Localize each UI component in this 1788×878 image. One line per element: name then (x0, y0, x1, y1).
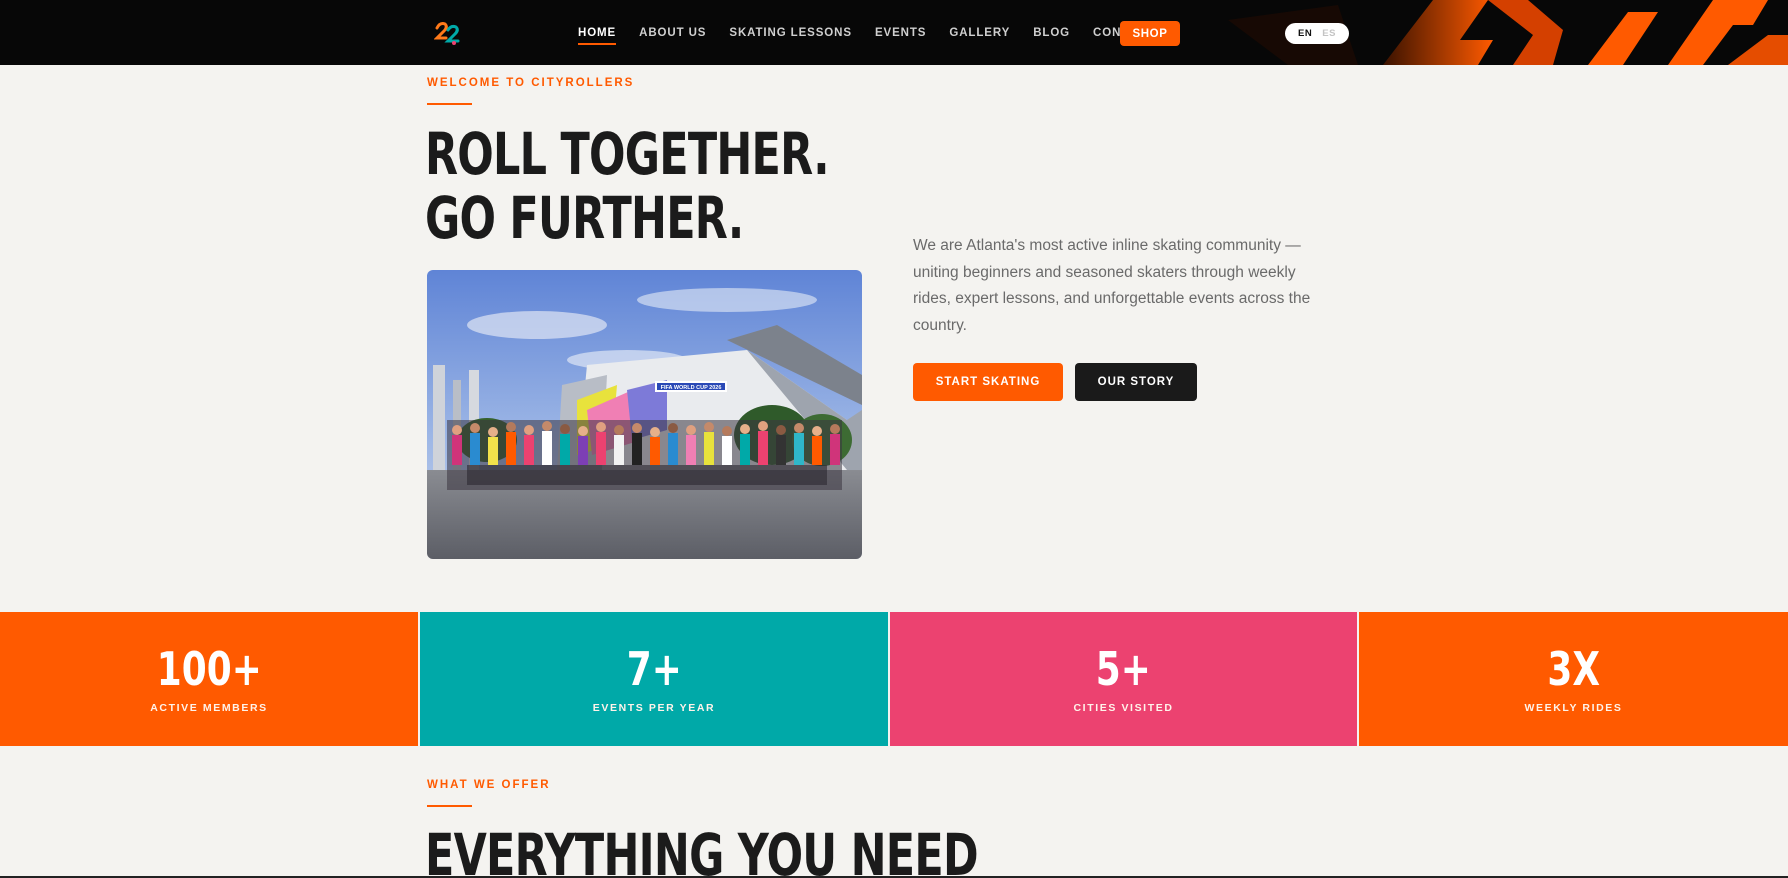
hero-title: ROLL TOGETHER. GO FURTHER. (425, 120, 830, 252)
top-navigation-bar: HOME ABOUT US SKATING LESSONS EVENTS GAL… (0, 0, 1788, 65)
hero-title-line-2: GO FURTHER. (425, 184, 744, 252)
offer-eyebrow: WHAT WE OFFER (427, 779, 551, 791)
main-menu: HOME ABOUT US SKATING LESSONS EVENTS GAL… (578, 0, 1178, 65)
stat-events-per-year: 7+ EVENTS PER YEAR (418, 612, 888, 746)
stadium-banner-text: FIFA WORLD CUP 2026 (661, 385, 722, 391)
start-skating-button[interactable]: START SKATING (913, 363, 1063, 401)
offer-section-title: EVERYTHING YOU NEED (425, 821, 979, 878)
shop-button[interactable]: SHOP (1120, 21, 1180, 46)
group-photo-illustration: FIFA WORLD CUP 2026 (427, 270, 862, 559)
language-option-es[interactable]: ES (1322, 28, 1336, 39)
language-option-en[interactable]: EN (1298, 28, 1312, 39)
stat-active-members: 100+ ACTIVE MEMBERS (0, 612, 418, 746)
hero-eyebrow: WELCOME TO CITYROLLERS (427, 77, 635, 89)
nav-item-gallery[interactable]: GALLERY (949, 27, 1010, 39)
nav-item-blog[interactable]: BLOG (1033, 27, 1070, 39)
stat-label: WEEKLY RIDES (1524, 702, 1623, 714)
nav-item-home[interactable]: HOME (578, 27, 617, 45)
hero-description: We are Atlanta's most active inline skat… (913, 237, 1311, 334)
hero-eyebrow-underline (427, 103, 472, 105)
nav-item-skating-lessons[interactable]: SKATING LESSONS (729, 27, 852, 39)
stat-cities-visited: 5+ CITIES VISITED (888, 612, 1357, 746)
stat-weekly-rides: 3X WEEKLY RIDES (1357, 612, 1788, 746)
stat-value: 3X (1547, 642, 1600, 696)
stat-value: 100+ (156, 642, 262, 696)
our-story-button[interactable]: OUR STORY (1075, 363, 1197, 401)
cityrollers-logo-icon[interactable] (434, 20, 464, 46)
hero-title-line-1: ROLL TOGETHER. (425, 120, 830, 188)
decorative-stripes-graphic (1228, 0, 1788, 65)
offer-eyebrow-underline (427, 805, 472, 807)
stats-band: 100+ ACTIVE MEMBERS 7+ EVENTS PER YEAR 5… (0, 612, 1788, 746)
stat-label: ACTIVE MEMBERS (150, 702, 268, 714)
stat-label: EVENTS PER YEAR (592, 702, 716, 714)
language-switcher: EN ES (1285, 23, 1349, 44)
hero-group-photo: FIFA WORLD CUP 2026 (427, 270, 862, 559)
stat-value: 7+ (626, 642, 682, 696)
nav-item-about-us[interactable]: ABOUT US (639, 27, 706, 39)
nav-item-events[interactable]: EVENTS (875, 27, 926, 39)
stat-value: 5+ (1095, 642, 1152, 696)
stat-label: CITIES VISITED (1073, 702, 1174, 714)
